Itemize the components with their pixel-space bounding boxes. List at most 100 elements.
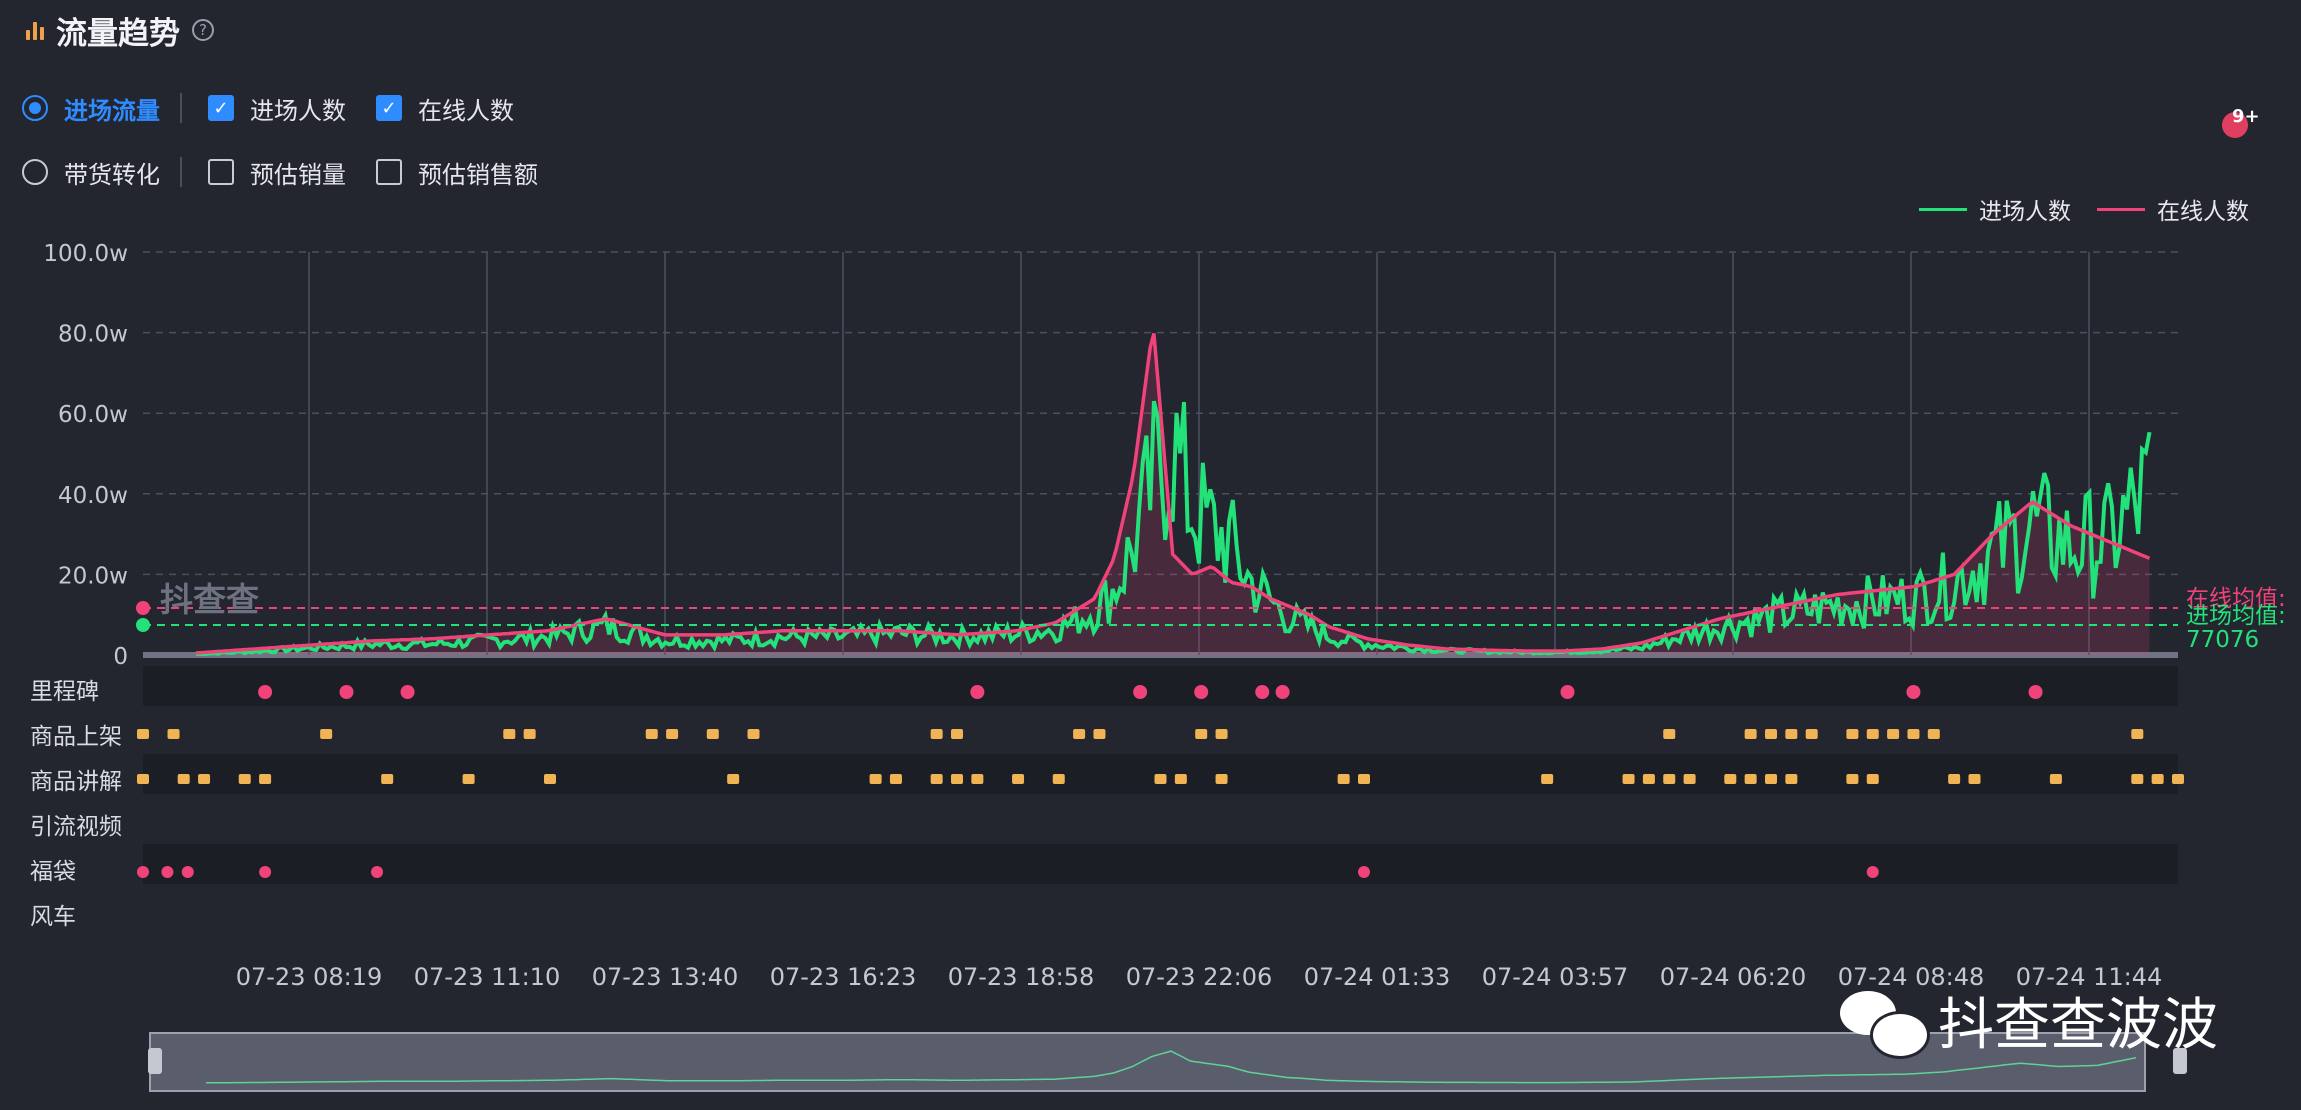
explain-marker	[1846, 774, 1859, 784]
y-tick-label: 100.0w	[43, 241, 128, 267]
explain-marker	[1358, 774, 1370, 784]
milestone-marker	[1560, 685, 1575, 699]
listing-marker	[666, 729, 679, 739]
listing-marker	[951, 729, 963, 739]
event-row-band	[143, 889, 2178, 929]
y-tick-label: 60.0w	[58, 402, 128, 428]
explain-marker	[1785, 774, 1798, 784]
milestone-marker	[2028, 685, 2043, 699]
explain-marker	[238, 774, 251, 784]
average-marker	[136, 601, 150, 615]
milestone-marker	[1275, 685, 1290, 699]
listing-marker	[1887, 729, 1900, 739]
traffic-chart: 100.0w 80.0w 60.0w 40.0w 20.0w 0 07-23 08:19 07…	[43, 241, 2286, 1092]
listing-marker	[137, 729, 149, 739]
watermark: 抖查查	[160, 580, 259, 619]
explain-marker	[1215, 774, 1228, 784]
average-label: 进场均值:	[2186, 603, 2286, 629]
explain-marker	[1948, 774, 1961, 784]
milestone-marker	[1255, 685, 1270, 699]
x-tick-label: 07-24 06:20	[1660, 963, 1807, 991]
explain-marker	[1744, 774, 1757, 784]
x-tick-label: 07-23 11:10	[414, 963, 561, 991]
explain-marker	[930, 774, 943, 784]
listing-marker	[503, 729, 516, 739]
x-tick-label: 07-23 08:19	[236, 963, 383, 991]
explain-marker	[544, 774, 556, 784]
explain-marker	[1866, 774, 1879, 784]
explain-marker	[1765, 774, 1777, 784]
milestone-marker	[1133, 685, 1148, 699]
lucky-bag-marker	[137, 866, 149, 878]
milestone-marker	[1906, 685, 1921, 699]
brand-text: 抖查查波波	[1938, 993, 2218, 1058]
lucky-bag-marker	[1866, 866, 1879, 878]
explain-marker	[2172, 774, 2184, 784]
x-tick-label: 07-24 01:33	[1304, 963, 1451, 991]
listing-marker	[1215, 729, 1228, 739]
explain-marker	[137, 774, 149, 784]
x-tick-label: 07-24 03:57	[1482, 963, 1629, 991]
explain-marker	[2131, 774, 2144, 784]
listing-marker	[1907, 729, 1920, 739]
y-tick-label: 20.0w	[58, 563, 128, 589]
listing-marker	[1663, 729, 1676, 739]
explain-marker	[1642, 774, 1655, 784]
explain-marker	[889, 774, 902, 784]
milestone-marker	[400, 685, 415, 699]
explain-marker	[1683, 774, 1696, 784]
lucky-bag-marker	[259, 866, 272, 878]
lucky-bag-marker	[371, 866, 384, 878]
listing-marker	[747, 729, 760, 739]
explain-marker	[1541, 774, 1554, 784]
listing-marker	[1765, 729, 1777, 739]
explain-marker	[1337, 774, 1350, 784]
listing-marker	[2131, 729, 2144, 739]
explain-marker	[177, 774, 190, 784]
explain-marker	[727, 774, 740, 784]
brand-overlay: 抖查查波波	[1840, 980, 2218, 1061]
y-tick-label: 0	[113, 644, 128, 670]
explain-marker	[1052, 774, 1065, 784]
explain-marker	[2151, 774, 2164, 784]
y-tick-label: 80.0w	[58, 322, 128, 348]
listing-marker	[1805, 729, 1818, 739]
listing-marker	[1744, 729, 1757, 739]
explain-marker	[1012, 774, 1025, 784]
listing-marker	[645, 729, 658, 739]
row-label-lucky-bag: 福袋	[30, 859, 76, 885]
explain-marker	[1663, 774, 1676, 784]
explain-marker	[462, 774, 475, 784]
row-label-product-listing: 商品上架	[30, 724, 122, 750]
listing-marker	[1846, 729, 1859, 739]
explain-marker	[971, 774, 984, 784]
listing-marker	[706, 729, 719, 739]
lucky-bag-marker	[1358, 866, 1370, 878]
listing-marker	[523, 729, 536, 739]
listing-marker	[320, 729, 333, 739]
milestone-marker	[1194, 685, 1209, 699]
listing-marker	[930, 729, 943, 739]
explain-marker	[869, 774, 882, 784]
explain-marker	[1154, 774, 1167, 784]
event-row-band	[143, 666, 2178, 706]
average-value: 77076	[2186, 627, 2259, 653]
average-marker	[136, 618, 150, 632]
lucky-bag-marker	[181, 866, 194, 878]
row-label-product-explain: 商品讲解	[30, 769, 122, 795]
explain-marker	[198, 774, 211, 784]
x-tick-label: 07-23 13:40	[592, 963, 739, 991]
explain-marker	[1174, 774, 1187, 784]
row-label-windmill: 风车	[30, 904, 76, 930]
explain-marker	[381, 774, 394, 784]
event-row-band	[143, 799, 2178, 839]
explain-marker	[259, 774, 272, 784]
slider-handle-left	[148, 1048, 162, 1074]
explain-marker	[1622, 774, 1635, 784]
x-tick-label: 07-23 16:23	[770, 963, 917, 991]
explain-marker	[1968, 774, 1981, 784]
milestone-marker	[970, 685, 985, 699]
milestone-marker	[339, 685, 354, 699]
listing-marker	[1785, 729, 1798, 739]
row-label-promo-video: 引流视频	[30, 814, 122, 840]
